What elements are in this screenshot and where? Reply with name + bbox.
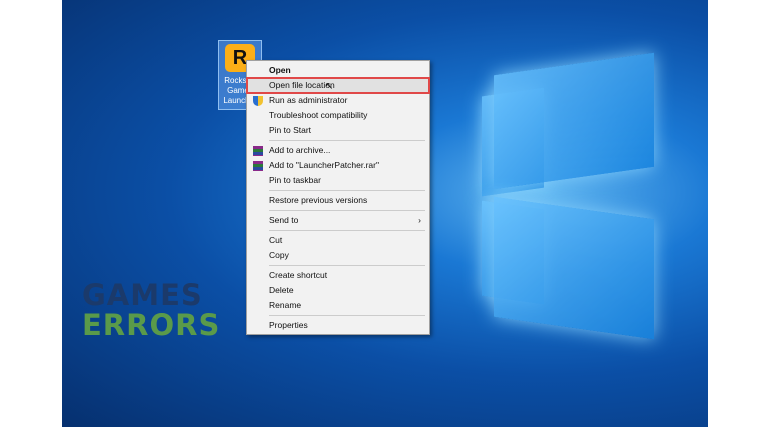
menu-label: Create shortcut (269, 270, 328, 280)
menu-label: Add to archive... (269, 145, 331, 155)
menu-label: Open (269, 65, 291, 75)
winrar-icon (253, 161, 263, 171)
menu-label: Restore previous versions (269, 195, 368, 205)
menu-separator (269, 230, 425, 231)
menu-item-pin-to-taskbar[interactable]: Pin to taskbar (247, 173, 429, 188)
windows-logo-pane (494, 196, 654, 340)
menu-label: Rename (269, 300, 302, 310)
menu-label: Run as administrator (269, 95, 348, 105)
shield-icon (253, 96, 263, 106)
menu-item-rename[interactable]: Rename (247, 298, 429, 313)
watermark-line2: ERRORS (82, 308, 221, 342)
mouse-cursor-icon: ↖ (325, 81, 334, 92)
menu-item-cut[interactable]: Cut (247, 233, 429, 248)
menu-label: Delete (269, 285, 294, 295)
menu-label: Properties (269, 320, 308, 330)
menu-label: Copy (269, 250, 289, 260)
menu-separator (269, 265, 425, 266)
menu-item-properties[interactable]: Properties (247, 318, 429, 333)
menu-label: Troubleshoot compatibility (269, 110, 368, 120)
menu-item-send-to[interactable]: Send to › (247, 213, 429, 228)
menu-separator (269, 315, 425, 316)
menu-label: Pin to Start (269, 125, 312, 135)
menu-label: Add to "LauncherPatcher.rar" (269, 160, 379, 170)
menu-separator (269, 140, 425, 141)
watermark-logo: GAMES ERRORS (82, 280, 220, 340)
menu-item-copy[interactable]: Copy (247, 248, 429, 263)
menu-label: Cut (269, 235, 283, 245)
menu-item-open[interactable]: Open (247, 63, 429, 78)
winrar-icon (253, 146, 263, 156)
menu-item-restore-versions[interactable]: Restore previous versions (247, 193, 429, 208)
menu-item-troubleshoot[interactable]: Troubleshoot compatibility (247, 108, 429, 123)
menu-item-add-to-archive[interactable]: Add to archive... (247, 143, 429, 158)
context-menu: Open Open file location ↖ Run as administ… (246, 60, 430, 335)
menu-item-open-file-location[interactable]: Open file location ↖ (246, 77, 430, 94)
menu-label: Send to (269, 215, 299, 225)
menu-item-delete[interactable]: Delete (247, 283, 429, 298)
windows-logo-pane (494, 52, 654, 190)
chevron-right-icon: › (418, 215, 421, 225)
menu-separator (269, 190, 425, 191)
watermark-line1: GAMES (82, 278, 203, 312)
menu-item-create-shortcut[interactable]: Create shortcut (247, 268, 429, 283)
menu-item-add-to-rar[interactable]: Add to "LauncherPatcher.rar" (247, 158, 429, 173)
menu-item-run-as-admin[interactable]: Run as administrator (247, 93, 429, 108)
menu-item-pin-to-start[interactable]: Pin to Start (247, 123, 429, 138)
menu-label: Pin to taskbar (269, 175, 321, 185)
menu-separator (269, 210, 425, 211)
